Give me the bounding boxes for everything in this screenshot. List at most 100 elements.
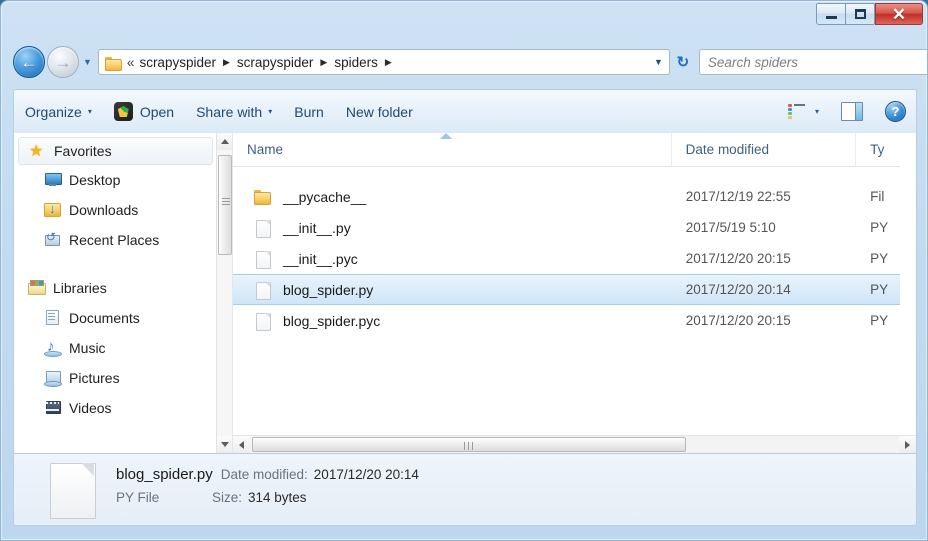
file-name-cell: __init__.py (233, 219, 672, 238)
sidebar-item-label: Music (69, 340, 106, 356)
table-row-selected[interactable]: blog_spider.py 2017/12/20 20:14 PY (233, 274, 916, 305)
search-box[interactable]: Search spiders (698, 49, 927, 75)
new-folder-label: New folder (345, 103, 413, 120)
breadcrumb-overflow[interactable]: « (125, 55, 138, 70)
table-row[interactable]: __init__.pyc 2017/12/20 20:15 PY (233, 243, 916, 274)
sidebar-item-favorites[interactable]: ★ Favorites (18, 137, 213, 165)
forward-arrow-icon: → (54, 52, 72, 72)
folder-icon (104, 56, 122, 71)
downloads-folder-icon (44, 202, 62, 218)
file-date-cell: 2017/12/20 20:14 (685, 282, 791, 297)
music-icon (44, 338, 62, 357)
horizontal-scroll-track[interactable] (250, 436, 899, 453)
sidebar-item-downloads[interactable]: Downloads (14, 195, 217, 225)
breadcrumb-separator-2[interactable]: ▶ (315, 57, 332, 68)
sidebar-item-libraries[interactable]: Libraries (14, 273, 217, 303)
sidebar-item-music[interactable]: Music (14, 333, 217, 363)
back-arrow-icon: ← (20, 52, 38, 72)
sidebar-item-label: Videos (69, 400, 112, 416)
close-icon: ✕ (891, 4, 907, 24)
command-toolbar: Organize ▾ Open Share with ▾ Burn New fo… (13, 89, 917, 133)
preview-pane-icon[interactable] (841, 102, 863, 121)
sublime-text-icon (113, 102, 133, 121)
column-header-label: Name (247, 142, 284, 157)
refresh-button[interactable]: ↻ (671, 49, 695, 75)
navigation-bar: ← → ▼ « scrapyspider ▶ scrapyspider ▶ sp… (1, 41, 927, 83)
file-date-cell: 2017/5/19 5:10 (685, 220, 776, 235)
search-input[interactable]: Search spiders (708, 55, 798, 70)
view-dropdown-icon[interactable]: ▾ (815, 107, 819, 116)
file-name-label: __init__.py (283, 219, 351, 236)
breadcrumb-separator-3[interactable]: ▶ (380, 57, 397, 68)
file-list-horizontal-scrollbar[interactable] (233, 435, 916, 453)
file-name-label: __init__.pyc (283, 250, 358, 267)
file-date-cell: 2017/12/20 20:15 (685, 251, 791, 266)
open-label: Open (139, 103, 175, 120)
chevron-right-icon (905, 440, 910, 449)
breadcrumb-item-3[interactable]: spiders (332, 55, 380, 70)
breadcrumb-separator-1[interactable]: ▶ (218, 57, 235, 68)
table-row[interactable]: __pycache__ 2017/12/19 22:55 Fil (233, 181, 916, 212)
open-button[interactable]: Open (103, 97, 185, 127)
scroll-right-button[interactable] (899, 436, 916, 453)
share-with-label: Share with (196, 103, 263, 120)
scroll-left-button[interactable] (233, 436, 250, 453)
toolbar-right-group: ▾ ? (787, 101, 916, 122)
sidebar-item-desktop[interactable]: Desktop (14, 165, 217, 195)
details-pane: blog_spider.py Date modified: 2017/12/20… (13, 454, 917, 526)
table-row[interactable]: __init__.py 2017/5/19 5:10 PY (233, 212, 916, 243)
file-name-label: blog_spider.py (283, 281, 374, 298)
pictures-icon (44, 370, 62, 387)
column-header-name[interactable]: Name (233, 133, 672, 166)
sidebar-item-label: Pictures (69, 370, 120, 386)
organize-button[interactable]: Organize ▾ (14, 97, 103, 127)
sidebar-item-documents[interactable]: Documents (14, 303, 217, 333)
chevron-down-icon (221, 442, 229, 447)
breadcrumb: « scrapyspider ▶ scrapyspider ▶ spiders … (125, 55, 397, 70)
minimize-button[interactable] (816, 3, 846, 25)
column-header-date-modified[interactable]: Date modified (672, 133, 857, 166)
explorer-window: ✕ ← → ▼ « scrapyspider ▶ scrapyspider ▶ … (0, 0, 928, 541)
file-icon (253, 219, 273, 238)
close-button[interactable]: ✕ (875, 3, 923, 25)
content-area: ★ Favorites Desktop Downloads Recent Pla… (13, 133, 917, 454)
scrollbar-thumb[interactable] (218, 155, 232, 255)
help-icon[interactable]: ? (885, 101, 906, 122)
scroll-up-button[interactable] (217, 133, 232, 150)
desktop-icon (44, 172, 62, 188)
sidebar-item-videos[interactable]: Videos (14, 393, 217, 423)
breadcrumb-item-1[interactable]: scrapyspider (137, 55, 218, 70)
new-folder-button[interactable]: New folder (335, 97, 424, 127)
scroll-down-button[interactable] (217, 436, 232, 453)
address-bar[interactable]: « scrapyspider ▶ scrapyspider ▶ spiders … (97, 49, 670, 75)
organize-label: Organize (25, 103, 82, 120)
address-dropdown-icon[interactable]: ▼ (654, 57, 663, 67)
horizontal-scrollbar-thumb[interactable] (252, 437, 686, 452)
burn-button[interactable]: Burn (283, 97, 335, 127)
sidebar-item-pictures[interactable]: Pictures (14, 363, 217, 393)
details-text-group: blog_spider.py Date modified: 2017/12/20… (116, 466, 419, 514)
libraries-icon (28, 280, 46, 296)
maximize-button[interactable] (845, 3, 875, 25)
file-list-pane: Name Date modified Ty __pycache__ 2017/1… (233, 133, 916, 453)
file-icon (44, 461, 102, 519)
back-button[interactable]: ← (13, 46, 45, 78)
file-icon (253, 281, 273, 300)
table-row[interactable]: blog_spider.pyc 2017/12/20 20:15 PY (233, 305, 916, 336)
breadcrumb-item-2[interactable]: scrapyspider (235, 55, 316, 70)
refresh-icon: ↻ (676, 53, 690, 71)
sidebar-item-label: Libraries (53, 280, 107, 296)
navigation-pane-scrollbar[interactable] (216, 133, 232, 453)
scrollbar-grip-icon (464, 442, 465, 450)
sidebar-item-recent-places[interactable]: Recent Places (14, 225, 217, 255)
share-with-button[interactable]: Share with ▾ (185, 97, 283, 127)
forward-button[interactable]: → (47, 46, 79, 78)
history-dropdown-button[interactable]: ▼ (83, 57, 92, 67)
sidebar-item-label: Downloads (69, 202, 139, 218)
column-headers: Name Date modified Ty (233, 133, 916, 167)
window-controls: ✕ (816, 3, 923, 25)
change-view-icon[interactable] (787, 103, 806, 120)
details-size-value: 314 bytes (248, 489, 307, 505)
column-header-label: Date modified (685, 142, 769, 157)
file-list-vertical-scrollbar[interactable] (900, 133, 916, 453)
